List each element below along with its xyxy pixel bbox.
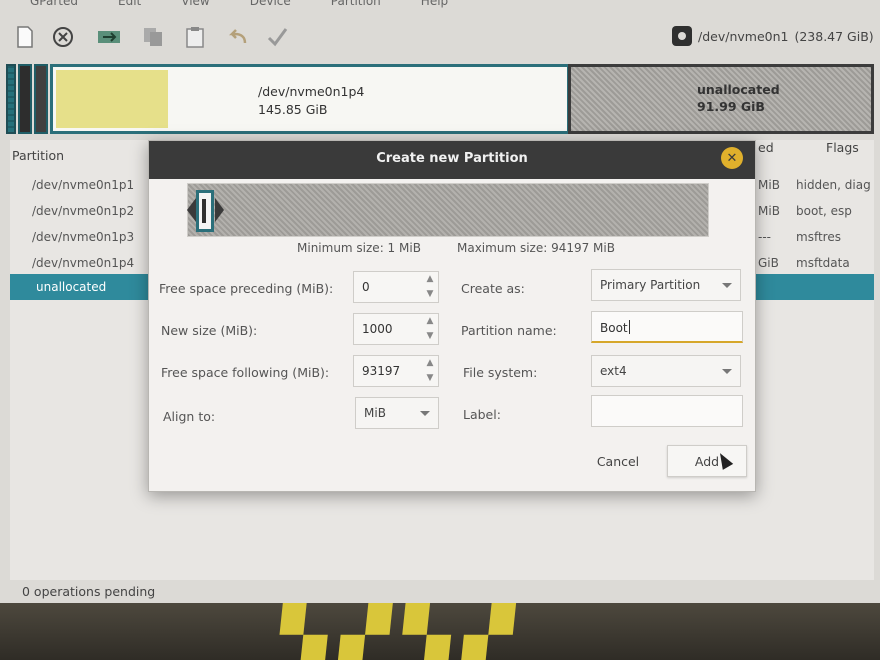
label-field-label: Label: (463, 407, 501, 422)
create-as-value: Primary Partition (600, 278, 701, 292)
align-to-select[interactable]: MiB (355, 397, 439, 429)
row-flags: boot, esp (796, 204, 852, 218)
resize-move-icon[interactable] (96, 24, 122, 50)
free-preceding-label: Free space preceding (MiB): (159, 281, 334, 296)
row-partition: /dev/nvme0n1p4 (32, 256, 135, 270)
partition-name-value: Boot (600, 320, 630, 335)
create-partition-dialog: Create new Partition ✕ Minimum size: 1 M… (148, 140, 756, 492)
menubar: GParted Edit View Device Partition Help (0, 0, 880, 8)
row-used: MiB (758, 178, 780, 192)
cancel-button[interactable]: Cancel (585, 445, 651, 477)
free-preceding-value: 0 (362, 280, 370, 294)
unallocated-segment-size: 91.99 GiB (697, 99, 765, 114)
resize-handle-left-icon[interactable] (187, 198, 196, 222)
label-field[interactable] (591, 395, 743, 427)
row-partition: unallocated (36, 280, 107, 294)
partition-segment-size: 145.85 GiB (258, 102, 328, 117)
partition-segment-name: /dev/nvme0n1p4 (258, 84, 365, 99)
chevron-down-icon (420, 411, 430, 416)
row-partition: /dev/nvme0n1p1 (32, 178, 135, 192)
row-partition: /dev/nvme0n1p3 (32, 230, 135, 244)
dialog-titlebar[interactable]: Create new Partition ✕ (149, 141, 755, 179)
close-icon[interactable]: ✕ (721, 147, 743, 169)
free-following-spinner[interactable]: 93197 ▲ ▼ (353, 355, 439, 387)
align-to-value: MiB (364, 406, 386, 420)
unallocated-segment-label: unallocated 91.99 GiB (697, 81, 780, 115)
column-header-used[interactable]: ed (758, 140, 774, 155)
partition-segment-p4[interactable]: /dev/nvme0n1p4 145.85 GiB (50, 64, 570, 134)
status-text: 0 operations pending (22, 584, 156, 599)
add-button[interactable]: Add (667, 445, 747, 477)
partition-name-field[interactable]: Boot (591, 311, 743, 343)
new-partition-block[interactable] (196, 190, 214, 232)
new-size-value: 1000 (362, 322, 393, 336)
menu-device[interactable]: Device (250, 0, 291, 8)
maximum-size-text: Maximum size: 94197 MiB (457, 241, 615, 255)
disk-icon (672, 26, 692, 46)
new-size-label: New size (MiB): (161, 323, 258, 338)
partition-segment-p1[interactable] (6, 64, 16, 134)
free-following-label: Free space following (MiB): (161, 365, 330, 380)
increment-icon[interactable]: ▲ (424, 274, 436, 286)
column-header-partition[interactable]: Partition (12, 148, 64, 163)
chevron-down-icon (722, 283, 732, 288)
chevron-down-icon (722, 369, 732, 374)
free-following-value: 93197 (362, 364, 401, 378)
device-size: (238.47 GiB) (794, 28, 874, 44)
column-header-flags[interactable]: Flags (826, 140, 859, 155)
unallocated-segment[interactable]: unallocated 91.99 GiB (568, 64, 874, 134)
partition-resizer[interactable] (187, 183, 709, 237)
row-partition: /dev/nvme0n1p2 (32, 204, 135, 218)
partition-segment-p3[interactable] (34, 64, 48, 134)
file-system-value: ext4 (600, 364, 627, 378)
decrement-icon[interactable]: ▼ (424, 289, 436, 301)
row-used: GiB (758, 256, 779, 270)
dialog-title: Create new Partition (376, 151, 528, 166)
menu-gparted[interactable]: GParted (30, 0, 78, 8)
device-selector[interactable]: /dev/nvme0n1 (238.47 GiB) (672, 22, 880, 50)
grip-icon (202, 199, 206, 223)
row-used: --- (758, 230, 771, 244)
partition-segment-p2[interactable] (18, 64, 32, 134)
menu-partition[interactable]: Partition (331, 0, 381, 8)
decrement-icon[interactable]: ▼ (424, 373, 436, 385)
copy-icon[interactable] (140, 24, 166, 50)
align-to-label: Align to: (163, 409, 216, 424)
row-flags: hidden, diag (796, 178, 871, 192)
toolbar: /dev/nvme0n1 (238.47 GiB) (0, 18, 880, 60)
unallocated-segment-name: unallocated (697, 82, 780, 97)
file-system-label: File system: (463, 365, 538, 380)
create-as-label: Create as: (461, 281, 525, 296)
free-preceding-spinner[interactable]: 0 ▲ ▼ (353, 271, 439, 303)
menu-help[interactable]: Help (421, 0, 448, 8)
new-size-spinner[interactable]: 1000 ▲ ▼ (353, 313, 439, 345)
file-system-select[interactable]: ext4 (591, 355, 741, 387)
paste-icon[interactable] (182, 24, 208, 50)
partition-segment-label: /dev/nvme0n1p4 145.85 GiB (258, 83, 364, 119)
row-flags: msftdata (796, 256, 850, 270)
partition-map: /dev/nvme0n1p4 145.85 GiB unallocated 91… (6, 64, 874, 134)
increment-icon[interactable]: ▲ (424, 358, 436, 370)
delete-icon[interactable] (50, 24, 76, 50)
undo-icon[interactable] (226, 24, 252, 50)
wallpaper-graphic: ▚▞▚▞ (276, 600, 531, 660)
device-name: /dev/nvme0n1 (698, 28, 789, 44)
resize-handle-right-icon[interactable] (215, 198, 224, 222)
create-as-select[interactable]: Primary Partition (591, 269, 741, 301)
menu-view[interactable]: View (181, 0, 209, 8)
decrement-icon[interactable]: ▼ (424, 331, 436, 343)
minimum-size-text: Minimum size: 1 MiB (297, 241, 421, 255)
increment-icon[interactable]: ▲ (424, 316, 436, 328)
row-flags: msftres (796, 230, 841, 244)
new-icon[interactable] (12, 24, 38, 50)
partition-name-label: Partition name: (461, 323, 557, 338)
menu-edit[interactable]: Edit (118, 0, 141, 8)
used-space-fill (56, 70, 168, 128)
row-used: MiB (758, 204, 780, 218)
apply-icon[interactable] (264, 24, 290, 50)
